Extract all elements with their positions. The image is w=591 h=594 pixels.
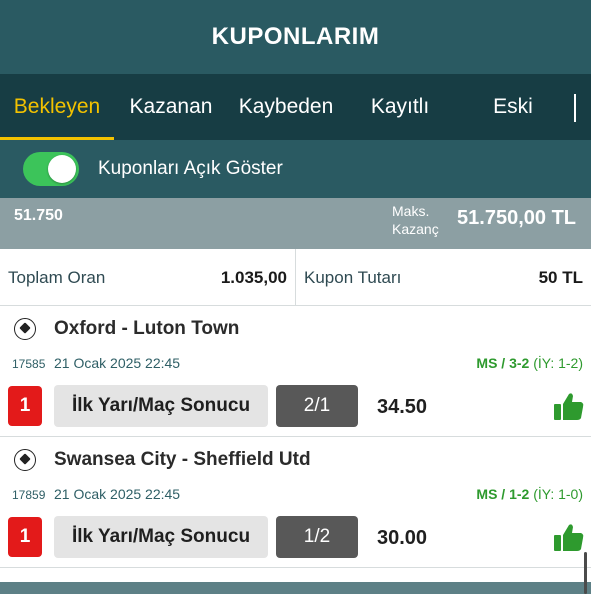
bet-type: İlk Yarı/Maç Sonucu <box>54 385 268 427</box>
tab-bar: Bekleyen Kazanan Kaybeden Kayıtlı Eski <box>0 74 591 140</box>
tab-kaybeden[interactable]: Kaybeden <box>232 74 340 140</box>
summary-value: 51.750 <box>14 207 63 224</box>
match-result-iy: (İY: 1-0) <box>533 486 583 502</box>
match-result-ms: MS / 1-2 <box>476 486 530 502</box>
coupon-amount-label: Kupon Tutarı <box>304 268 402 287</box>
match-datetime: 21 Ocak 2025 22:45 <box>54 355 181 371</box>
max-win-value: 51.750,00 TL <box>457 207 576 229</box>
match-result-ms: MS / 3-2 <box>476 355 530 371</box>
match-row: Swansea City - Sheffield Utd 17859 21 Oc… <box>0 437 591 568</box>
thumbs-up-icon <box>554 393 584 420</box>
match-datetime: 21 Ocak 2025 22:45 <box>54 486 181 502</box>
total-odds-label: Toplam Oran <box>8 268 106 287</box>
football-icon <box>14 449 36 471</box>
max-win-label-line2: Kazanç <box>392 221 439 237</box>
tab-bekleyen[interactable]: Bekleyen <box>0 74 114 140</box>
football-icon <box>14 318 36 340</box>
page-title: KUPONLARIM <box>0 0 591 74</box>
tab-kayitli[interactable]: Kayıtlı <box>355 74 445 140</box>
match-result: MS / 3-2 (İY: 1-2) <box>476 355 583 371</box>
match-code: 17585 <box>12 357 46 371</box>
toggle-bar <box>0 140 591 198</box>
tab-overflow-edge <box>574 94 576 122</box>
selection-number-badge: 1 <box>8 517 42 557</box>
coupon-totals: Toplam Oran 1.035,00 Kupon Tutarı 50 TL <box>0 249 591 306</box>
thumbs-up-icon <box>554 524 584 551</box>
scrollbar[interactable] <box>584 552 587 594</box>
match-row: Oxford - Luton Town 17585 21 Ocak 2025 2… <box>0 306 591 437</box>
total-odds-value: 1.035,00 <box>220 268 287 287</box>
match-teams: Oxford - Luton Town <box>54 318 240 339</box>
bet-pick: 1/2 <box>276 516 358 558</box>
bet-type: İlk Yarı/Maç Sonucu <box>54 516 268 558</box>
toggle-knob <box>48 155 76 183</box>
totals-divider <box>295 249 296 305</box>
bottom-bar <box>0 582 591 594</box>
match-teams: Swansea City - Sheffield Utd <box>54 449 311 470</box>
tab-eski[interactable]: Eski <box>478 74 548 140</box>
bet-odds: 34.50 <box>377 396 428 418</box>
match-result: MS / 1-2 (İY: 1-0) <box>476 486 583 502</box>
toggle-label: Kuponları Açık Göster <box>98 158 283 179</box>
tab-kazanan[interactable]: Kazanan <box>120 74 222 140</box>
bet-pick: 2/1 <box>276 385 358 427</box>
max-win-label-line1: Maks. <box>392 203 430 219</box>
selection-number-badge: 1 <box>8 386 42 426</box>
bet-odds: 30.00 <box>377 527 428 549</box>
show-coupons-toggle[interactable] <box>23 152 79 186</box>
max-win-label: Maks. Kazanç <box>392 202 439 238</box>
match-code: 17859 <box>12 488 46 502</box>
match-result-iy: (İY: 1-2) <box>533 355 583 371</box>
coupon-amount-value: 50 TL <box>538 268 583 287</box>
